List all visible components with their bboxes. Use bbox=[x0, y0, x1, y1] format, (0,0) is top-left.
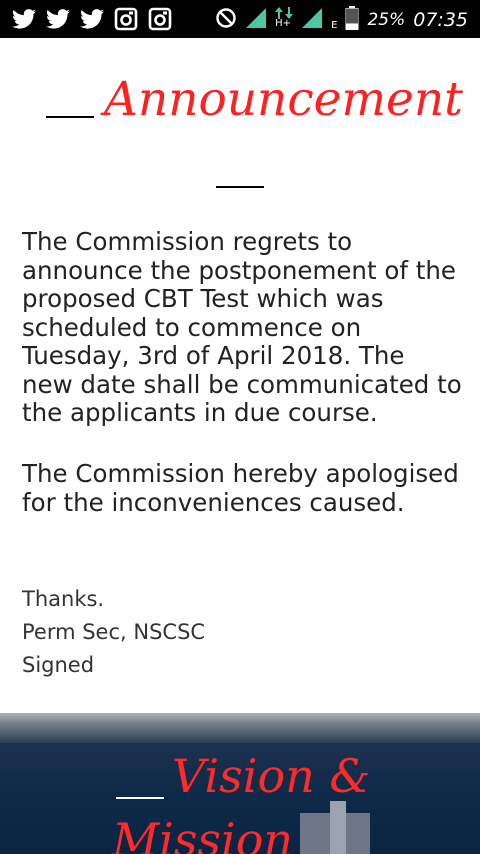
building-shape bbox=[330, 801, 346, 854]
vision-mission-banner: Vision & Mission bbox=[0, 713, 480, 854]
apology-paragraph: The Commission hereby apologised for the… bbox=[22, 459, 459, 517]
twitter-icon bbox=[12, 7, 36, 31]
twitter-icon bbox=[80, 7, 104, 31]
data-activity-icon: H+ bbox=[275, 7, 294, 33]
signature-author: Perm Sec, NSCSC bbox=[22, 620, 206, 644]
do-not-disturb-icon bbox=[215, 7, 237, 33]
announcement-header: Announcement bbox=[0, 68, 480, 138]
instagram-icon bbox=[114, 7, 138, 31]
notification-icons bbox=[12, 7, 172, 31]
title-dash bbox=[46, 116, 94, 118]
battery-icon bbox=[345, 6, 359, 34]
instagram-icon bbox=[148, 7, 172, 31]
system-icons: H+ E 25% 07:35 bbox=[215, 6, 468, 34]
status-bar: H+ E 25% 07:35 bbox=[0, 0, 480, 38]
battery-percent: 25% bbox=[367, 10, 406, 30]
clock: 07:35 bbox=[413, 9, 468, 31]
banner-title: Vision & bbox=[172, 749, 371, 803]
page-title: Announcement bbox=[104, 72, 463, 127]
signature-signed: Signed bbox=[22, 653, 95, 677]
announcement-paragraph: The Commission regrets to announce the p… bbox=[22, 227, 462, 427]
banner-title-dash bbox=[116, 797, 164, 799]
signature-thanks: Thanks. bbox=[22, 587, 105, 611]
signal-strength-icon bbox=[301, 7, 323, 33]
banner-title-line2: Mission bbox=[112, 813, 294, 854]
twitter-icon bbox=[46, 7, 70, 31]
network-type-label: H+ bbox=[275, 18, 292, 29]
signal-strength-icon bbox=[245, 7, 267, 33]
divider bbox=[216, 186, 264, 188]
signature-block: Thanks. Perm Sec, NSCSC Signed bbox=[22, 583, 205, 682]
network-type-label: E bbox=[331, 19, 338, 31]
banner-background-image bbox=[0, 713, 480, 743]
